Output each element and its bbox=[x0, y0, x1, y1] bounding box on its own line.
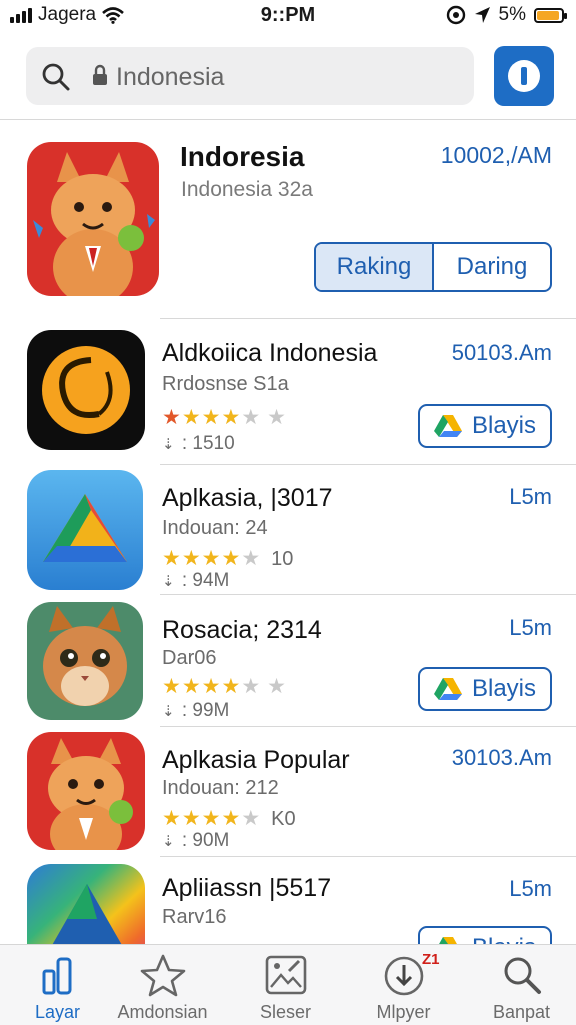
tab-label: Banpat bbox=[492, 1002, 551, 1022]
segmented-control: Raking Daring bbox=[314, 242, 552, 292]
app-size: ⇣ : 1510 bbox=[162, 433, 235, 454]
row-divider bbox=[160, 318, 576, 319]
rainbow-triangle-icon bbox=[27, 864, 145, 944]
app-subtitle: Rarv16 bbox=[162, 906, 227, 928]
star-rating: ★ ★ ★ ★ ★ ★ bbox=[162, 406, 286, 429]
search-icon bbox=[504, 957, 541, 994]
app-name: Aldkoiica Indonesia bbox=[162, 339, 378, 367]
list-item[interactable]: Apliiassn |5517 Rarv16 L5m Blayis bbox=[0, 856, 576, 944]
tab-amdonsian[interactable]: Amdonsian bbox=[105, 945, 220, 1025]
app-name: Rosacia; 2314 bbox=[162, 616, 322, 644]
download-icon bbox=[384, 956, 423, 996]
app-subtitle: Dar06 bbox=[162, 647, 217, 669]
app-subtitle: Indouan: 24 bbox=[162, 517, 268, 539]
fox-mascot-icon bbox=[27, 732, 145, 850]
layar-icon bbox=[42, 957, 71, 995]
tab-bar: Layar Amdonsian Sleser Z1 Mlpyer Banpat bbox=[0, 944, 576, 1025]
segment-daring[interactable]: Daring bbox=[434, 244, 550, 290]
featured-subtitle: Indonesia 32a bbox=[181, 178, 313, 201]
tab-layar[interactable]: Layar bbox=[0, 945, 115, 1025]
app-name: Apliiassn |5517 bbox=[162, 874, 332, 902]
get-button[interactable]: Blayis bbox=[418, 404, 552, 448]
tab-label: Layar bbox=[34, 1002, 81, 1022]
app-size: ⇣ : 99M bbox=[162, 700, 230, 721]
list-item[interactable]: Aplkasia Popular Indouan: 212 30103.Am ★… bbox=[0, 726, 576, 856]
app-time: L5m bbox=[509, 484, 552, 509]
app-size: ⇣ : 90M bbox=[162, 830, 230, 851]
image-edit-icon bbox=[265, 955, 306, 995]
rating-count: K0 bbox=[271, 807, 296, 830]
download-small-icon: ⇣ bbox=[162, 436, 175, 453]
featured-time: 10002,/AM bbox=[440, 142, 552, 168]
app-time: 50103.Am bbox=[451, 340, 552, 365]
cat-icon bbox=[27, 602, 143, 720]
download-small-icon: ⇣ bbox=[162, 833, 175, 850]
tab-label: Mlpyer bbox=[376, 1002, 431, 1022]
download-small-icon: ⇣ bbox=[162, 573, 175, 590]
app-time: 30103.Am bbox=[451, 745, 552, 770]
app-subtitle: Rrdosnse S1a bbox=[162, 373, 289, 395]
featured-app[interactable]: Indoresia Indonesia 32a 10002,/AM Raking… bbox=[0, 0, 576, 320]
get-button[interactable]: Blayis bbox=[418, 667, 552, 711]
star-rating: ★ ★ ★ ★ ★ 10 bbox=[162, 547, 294, 570]
get-button[interactable]: Blayis bbox=[418, 926, 552, 944]
tab-banpat[interactable]: Banpat bbox=[464, 945, 576, 1025]
app-name: Aplkasia, |3017 bbox=[162, 484, 333, 512]
orange-circle-icon bbox=[27, 330, 145, 450]
app-size: ⇣ : 94M bbox=[162, 570, 230, 591]
list-item[interactable]: Aplkasia, |3017 Indouan: 24 L5m ★ ★ ★ ★ ★ 10… bbox=[0, 464, 576, 594]
tab-label: Amdonsian bbox=[117, 1002, 208, 1022]
segment-raking[interactable]: Raking bbox=[316, 244, 434, 290]
drive-logo-icon bbox=[439, 937, 457, 944]
star-rating: ★ ★ ★ ★ ★ K0 bbox=[162, 807, 296, 830]
tab-label: Sleser bbox=[259, 1002, 312, 1022]
download-small-icon: ⇣ bbox=[162, 703, 175, 720]
app-subtitle: Indouan: 212 bbox=[162, 777, 279, 799]
tab-sleser[interactable]: Sleser bbox=[228, 945, 343, 1025]
list-item[interactable]: Aldkoiica Indonesia Rrdosnse S1a 50103.A… bbox=[0, 320, 576, 460]
star-rating: ★ ★ ★ ★ ★ ★ bbox=[162, 675, 286, 698]
drive-logo-icon bbox=[433, 678, 462, 700]
tab-badge: Z1 bbox=[422, 951, 440, 968]
drive-logo-icon bbox=[433, 415, 462, 437]
app-time: L5m bbox=[509, 615, 552, 640]
star-icon bbox=[140, 954, 185, 997]
rating-count: 10 bbox=[271, 547, 294, 570]
tab-mlpyer[interactable]: Z1 Mlpyer bbox=[346, 945, 461, 1025]
list-item[interactable]: Rosacia; 2314 Dar06 L5m ★ ★ ★ ★ ★ ★ ⇣ : 99M B… bbox=[0, 594, 576, 724]
app-name: Aplkasia Popular bbox=[162, 746, 350, 774]
app-time: L5m bbox=[509, 876, 552, 901]
fox-mascot-icon bbox=[27, 142, 159, 296]
triangle-logo-icon bbox=[27, 470, 143, 590]
featured-name: Indoresia bbox=[180, 141, 305, 172]
